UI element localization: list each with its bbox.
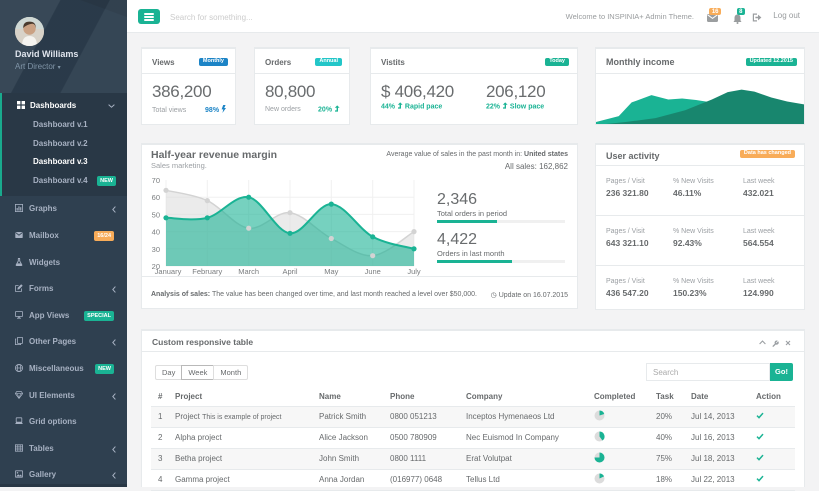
svg-text:March: March	[238, 267, 259, 276]
svg-text:July: July	[407, 267, 421, 276]
svg-text:70: 70	[152, 176, 160, 185]
svg-text:June: June	[365, 267, 381, 276]
svg-text:May: May	[324, 267, 338, 276]
svg-text:60: 60	[152, 193, 160, 202]
svg-text:50: 50	[152, 210, 160, 219]
svg-text:February: February	[192, 267, 222, 276]
svg-text:January: January	[155, 267, 182, 276]
svg-text:40: 40	[152, 228, 160, 237]
svg-text:30: 30	[152, 245, 160, 254]
svg-text:April: April	[282, 267, 297, 276]
